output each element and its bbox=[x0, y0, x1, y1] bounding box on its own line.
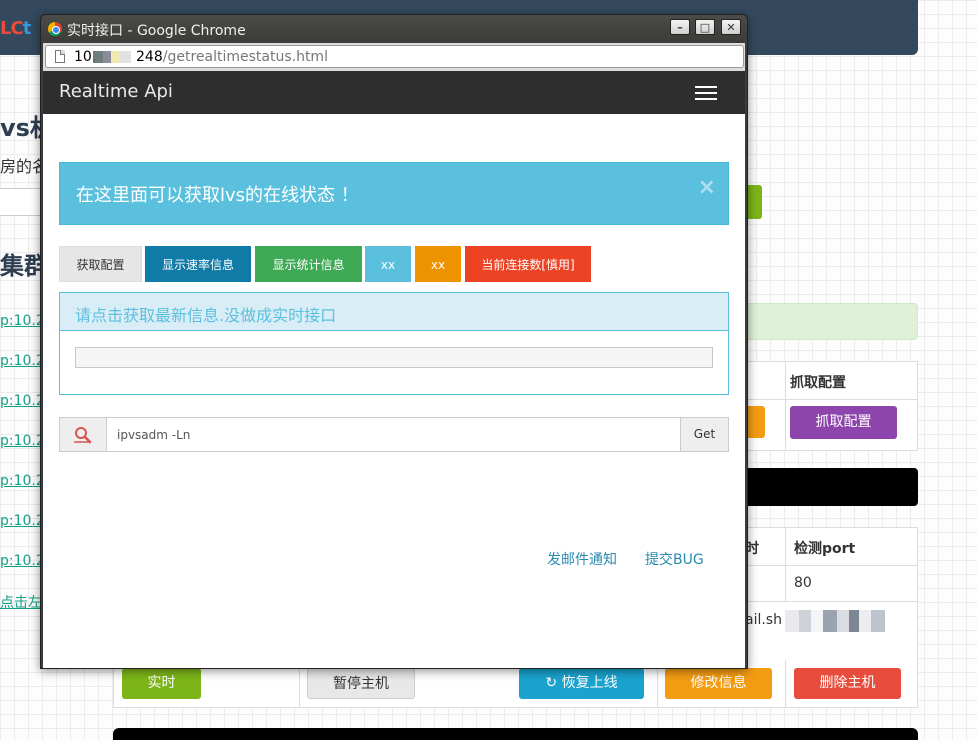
background-logo[interactable]: LCt bbox=[0, 18, 31, 39]
port-cell: 80 bbox=[794, 575, 812, 591]
url-redaction bbox=[93, 51, 131, 63]
modify-info-button[interactable]: 修改信息 bbox=[665, 668, 772, 699]
xx-button-2[interactable]: xx bbox=[415, 246, 461, 282]
table-header: 检测port bbox=[794, 541, 856, 557]
xx-button-1[interactable]: xx bbox=[365, 246, 411, 282]
maximize-button[interactable]: □ bbox=[695, 19, 715, 35]
chrome-window: 实时接口 - Google Chrome – □ ✕ 10. 248/getre… bbox=[40, 14, 748, 669]
menu-toggle-icon[interactable] bbox=[693, 84, 721, 102]
progress-bar bbox=[75, 347, 713, 368]
url-input[interactable]: 10. 248/getrealtimestatus.html bbox=[45, 45, 744, 68]
background-host-table: 时 检测port 80 ail.sh bbox=[745, 527, 918, 662]
background-host-link[interactable]: p:10.2 bbox=[0, 513, 45, 529]
get-config-button[interactable]: 获取配置 bbox=[59, 246, 142, 282]
background-orange-button[interactable] bbox=[745, 406, 765, 438]
restore-online-button[interactable]: ↻ 恢复上线 bbox=[519, 668, 644, 699]
realtime-button[interactable]: 实时 bbox=[122, 668, 201, 699]
background-host-link[interactable]: p:10.2 bbox=[0, 393, 45, 409]
minimize-button[interactable]: – bbox=[670, 19, 690, 35]
alert-close-icon[interactable]: × bbox=[698, 175, 716, 200]
page-viewport: Realtime Api 在这里面可以获取lvs的在线状态 ！ × 获取配置 显… bbox=[43, 71, 745, 668]
refresh-icon: ↻ bbox=[545, 675, 558, 691]
get-button[interactable]: Get bbox=[680, 417, 729, 452]
close-icon: ✕ bbox=[726, 21, 736, 34]
window-title: 实时接口 - Google Chrome bbox=[67, 23, 246, 39]
window-titlebar[interactable]: 实时接口 - Google Chrome – □ ✕ bbox=[41, 15, 747, 43]
minimize-icon: – bbox=[677, 21, 683, 34]
background-host-link[interactable]: p:10.2 bbox=[0, 473, 45, 489]
chrome-logo-icon bbox=[48, 22, 62, 36]
info-alert: 在这里面可以获取lvs的在线状态 ！ × bbox=[59, 162, 729, 225]
page-icon bbox=[55, 50, 65, 63]
close-button[interactable]: ✕ bbox=[721, 19, 741, 35]
delete-host-button[interactable]: 删除主机 bbox=[794, 668, 901, 699]
search-icon bbox=[74, 427, 92, 444]
realtime-navbar: Realtime Api bbox=[43, 71, 745, 114]
maximize-icon: □ bbox=[699, 21, 711, 34]
show-stats-button[interactable]: 显示统计信息 bbox=[255, 246, 362, 282]
alert-message: 在这里面可以获取lvs的在线状态 ！ bbox=[76, 185, 359, 206]
navbar-brand[interactable]: Realtime Api bbox=[59, 81, 173, 102]
url-path: 248/getrealtimestatus.html bbox=[136, 49, 328, 65]
background-black-footer bbox=[113, 728, 918, 740]
background-host-link[interactable]: p:10.2 bbox=[0, 313, 45, 329]
pause-host-button[interactable]: 暂停主机 bbox=[307, 668, 415, 699]
pixelated-redaction bbox=[785, 610, 885, 632]
background-host-link[interactable]: p:10.2 bbox=[0, 553, 45, 569]
command-input[interactable] bbox=[107, 417, 681, 452]
address-bar: 10. 248/getrealtimestatus.html bbox=[43, 43, 745, 71]
command-input-group: Get bbox=[59, 417, 729, 452]
connections-button[interactable]: 当前连接数[慎用] bbox=[465, 246, 591, 282]
submit-bug-link[interactable]: 提交BUG bbox=[645, 549, 704, 569]
search-addon bbox=[59, 417, 107, 452]
grab-config-button[interactable]: 抓取配置 bbox=[790, 406, 897, 439]
show-rate-button[interactable]: 显示速率信息 bbox=[145, 246, 251, 282]
background-host-link[interactable]: p:10.2 bbox=[0, 353, 45, 369]
panel-title: 请点击获取最新信息.没做成实时接口 bbox=[75, 306, 337, 325]
background-host-link[interactable]: p:10.2 bbox=[0, 433, 45, 449]
email-notify-link[interactable]: 发邮件通知 bbox=[547, 549, 617, 569]
status-panel: 请点击获取最新信息.没做成实时接口 bbox=[59, 292, 729, 395]
script-cell: ail.sh bbox=[745, 612, 782, 628]
panel-heading: 请点击获取最新信息.没做成实时接口 bbox=[60, 293, 728, 331]
table-header: 抓取配置 bbox=[790, 375, 846, 391]
background-black-bar bbox=[745, 468, 918, 506]
background-success-alert bbox=[745, 303, 918, 340]
